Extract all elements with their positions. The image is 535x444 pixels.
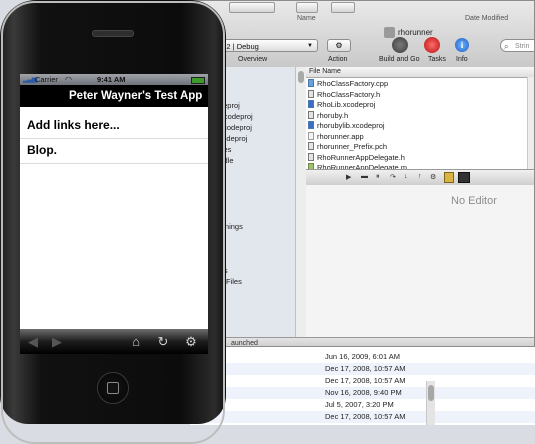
header-file-icon xyxy=(308,142,314,150)
back-arrow-icon[interactable]: ◀ xyxy=(26,329,40,354)
groups-scrollbar[interactable] xyxy=(295,67,306,337)
scroll-thumb[interactable] xyxy=(298,71,304,83)
file-list-header[interactable]: File Name xyxy=(306,67,534,78)
project-icon xyxy=(384,27,395,38)
list-item[interactable]: Nov 16, 2008, 9:40 PM xyxy=(190,387,535,399)
debugger-icon[interactable]: ⚙ xyxy=(430,173,436,181)
file-name-column: File Name xyxy=(309,68,341,75)
build-and-go-icon[interactable] xyxy=(392,37,408,53)
finder-scrollbar[interactable] xyxy=(426,381,435,425)
search-icon: ⌕ xyxy=(504,42,509,51)
toolbar: Name Date Modified rhorunner r - 2.2 | D… xyxy=(191,1,534,68)
status-bar: aunched xyxy=(191,337,534,346)
no-editor-label: No Editor xyxy=(451,195,497,207)
column-header-date[interactable]: Date Modified xyxy=(465,15,508,22)
header-file-icon xyxy=(308,152,314,161)
overview-label: Overview xyxy=(238,56,268,63)
editor-navigation-bar: ▶ ▬ ⏸ ↷ ↓ ↑ ⚙ xyxy=(306,169,534,186)
build-and-go-label: Build and Go xyxy=(379,56,420,63)
window-title: rhorunner xyxy=(398,28,433,37)
file-item[interactable]: RhoClassFactory.h xyxy=(308,89,534,101)
file-item[interactable]: rhorunner_Prefix.pch xyxy=(308,142,534,153)
app-icon xyxy=(308,131,314,140)
battery-icon xyxy=(191,77,205,84)
file-list-scrollbar[interactable] xyxy=(527,77,534,169)
file-item[interactable]: RhoClassFactory.cpp xyxy=(308,79,534,90)
home-icon[interactable]: ⌂ xyxy=(128,329,144,354)
continue-icon[interactable]: ▶ xyxy=(346,173,351,181)
gear-menu-button[interactable] xyxy=(296,2,318,13)
header-file-icon xyxy=(308,110,314,119)
file-item[interactable]: rhorunner.app xyxy=(308,131,534,143)
xcode-window: Name Date Modified rhorunner r - 2.2 | D… xyxy=(190,0,535,347)
earpiece xyxy=(92,30,134,37)
status-bar: ▂▃▅ Carrier ◠ 9:41 AM xyxy=(20,74,208,85)
info-icon[interactable]: i xyxy=(455,38,469,52)
action-label: Action xyxy=(328,56,348,63)
info-label: Info xyxy=(456,56,468,63)
cpp-file-icon xyxy=(308,79,314,87)
project-icon xyxy=(308,121,314,129)
view-switcher[interactable] xyxy=(229,2,275,13)
list-item[interactable]: Dec 17, 2008, 10:57 AM xyxy=(190,411,535,423)
header-file-icon xyxy=(308,89,314,98)
nav-title: Peter Wayner's Test App xyxy=(69,90,203,102)
file-item[interactable]: rhoruby.h xyxy=(308,110,534,122)
step-over-icon[interactable]: ↷ xyxy=(390,173,396,181)
finder-top-strip: Name Date Modified xyxy=(191,1,534,25)
home-button[interactable] xyxy=(97,372,129,404)
step-into-icon[interactable]: ↓ xyxy=(404,173,408,180)
finder-list: Jun 16, 2009, 6:01 AM Dec 17, 2008, 10:5… xyxy=(190,340,535,425)
file-item[interactable]: RhoRunnerAppDelegate.h xyxy=(308,152,534,164)
navigation-bar: Peter Wayner's Test App xyxy=(20,85,208,107)
list-item[interactable]: Add links here... xyxy=(20,113,208,139)
file-list: File Name RhoClassFactory.cpp RhoClassFa… xyxy=(306,67,534,172)
home-square-icon xyxy=(107,382,119,394)
chevron-down-icon: ▼ xyxy=(307,43,313,49)
console-icon[interactable] xyxy=(444,172,454,183)
file-item[interactable]: rhorubylib.xcodeproj xyxy=(308,121,534,132)
list-item[interactable]: Dec 17, 2008, 10:57 AM xyxy=(190,375,535,387)
editor-area[interactable]: No Editor xyxy=(306,185,534,337)
browser-toolbar: ◀ ▶ ⌂ ↻ ⚙ xyxy=(20,329,208,354)
list-item[interactable]: Blop. xyxy=(20,138,208,164)
column-header-name[interactable]: Name xyxy=(297,15,316,22)
clock: 9:41 AM xyxy=(97,75,126,84)
list-item[interactable]: Jun 16, 2009, 6:01 AM xyxy=(190,351,535,363)
iphone-simulator: ▂▃▅ Carrier ◠ 9:41 AM Peter Wayner's Tes… xyxy=(0,0,226,444)
list-item[interactable]: Dec 17, 2008, 10:57 AM xyxy=(190,363,535,375)
forward-arrow-icon[interactable]: ▶ xyxy=(50,329,64,354)
action-button[interactable]: ⚙ xyxy=(327,39,351,52)
refresh-icon[interactable]: ↻ xyxy=(155,329,171,354)
tasks-stop-icon[interactable] xyxy=(424,37,440,53)
wifi-icon: ◠ xyxy=(65,75,72,84)
step-out-icon[interactable]: ↑ xyxy=(418,173,422,180)
options-gear-icon[interactable]: ⚙ xyxy=(182,329,200,354)
project-icon xyxy=(308,100,314,108)
list-item[interactable]: Jul 5, 2007, 3:20 PM xyxy=(190,399,535,411)
phone-screen: ▂▃▅ Carrier ◠ 9:41 AM Peter Wayner's Tes… xyxy=(20,74,208,354)
search-field[interactable]: ⌕ Strin xyxy=(500,39,534,52)
breakpoint-icon[interactable]: ▬ xyxy=(361,173,368,180)
scroll-thumb[interactable] xyxy=(428,385,434,401)
tasks-label: Tasks xyxy=(428,56,446,63)
file-item[interactable]: RhoLib.xcodeproj xyxy=(308,100,534,111)
terminal-icon[interactable] xyxy=(458,172,470,183)
gear-icon: ⚙ xyxy=(335,41,343,50)
arrange-menu-button[interactable] xyxy=(331,2,355,13)
carrier-label: Carrier xyxy=(35,75,58,84)
pause-icon[interactable]: ⏸ xyxy=(376,173,380,181)
